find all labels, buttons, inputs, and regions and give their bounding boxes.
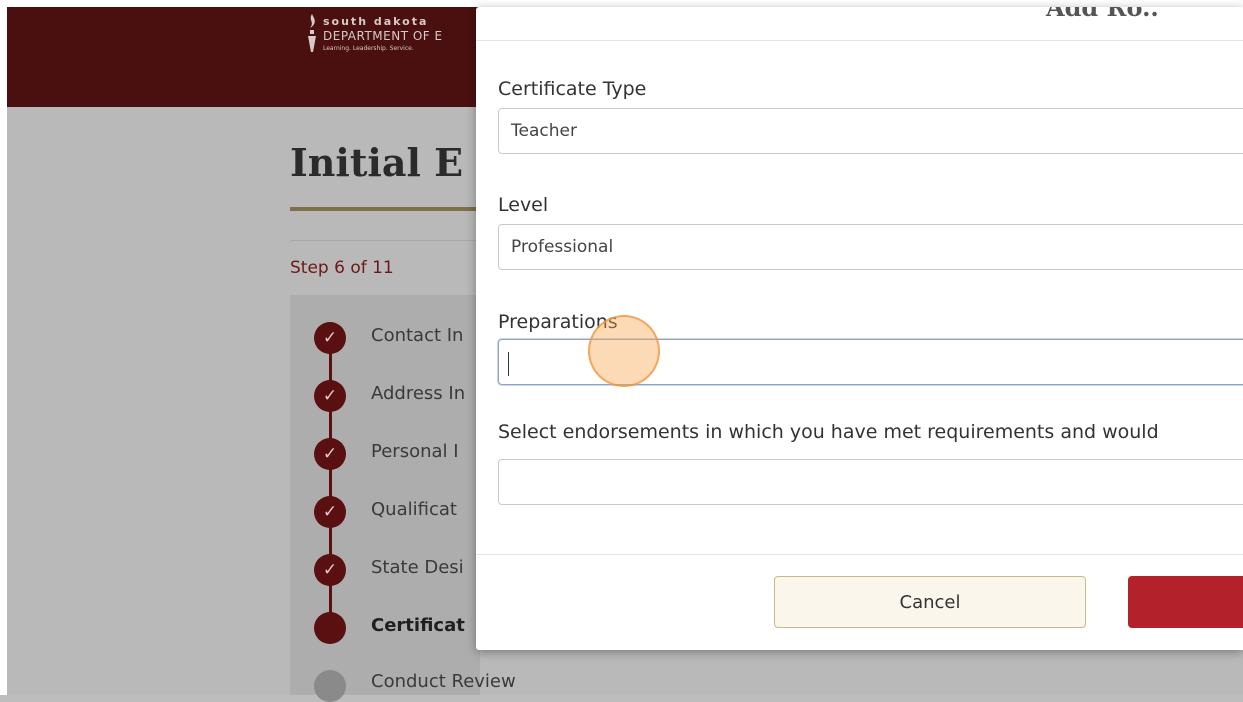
level-field[interactable]: Professional: [498, 224, 1243, 270]
step-3-label[interactable]: Personal I: [371, 441, 459, 462]
content-area-strip: [720, 650, 1243, 695]
text-caret: [508, 352, 509, 376]
logo-text-south-dakota: south dakota: [323, 15, 429, 28]
click-highlight-indicator: [588, 315, 660, 387]
certificate-type-field[interactable]: Teacher: [498, 108, 1243, 154]
modal-title: Add Ro..: [1046, 7, 1159, 22]
modal-header-divider: [476, 40, 1243, 41]
step-4-label[interactable]: Qualificat: [371, 499, 457, 520]
window-top-edge: [0, 0, 1243, 7]
cancel-button[interactable]: Cancel: [774, 576, 1086, 628]
step-4-check-icon: ✓: [314, 496, 346, 528]
step-7-pending-icon: [314, 670, 346, 702]
step-5-check-icon: ✓: [314, 554, 346, 586]
step-5-label[interactable]: State Desi: [371, 557, 464, 578]
step-6-current-icon: [314, 612, 346, 644]
save-button[interactable]: [1128, 576, 1243, 628]
title-underline: [290, 207, 480, 211]
flame-logo-icon: [308, 14, 316, 52]
level-value: Professional: [511, 237, 614, 257]
endorsements-input[interactable]: [498, 459, 1243, 505]
step-6-label[interactable]: Certificat: [371, 615, 465, 636]
page-title: Initial E: [290, 140, 464, 185]
step-1-check-icon: ✓: [314, 322, 346, 354]
step-2-label[interactable]: Address In: [371, 383, 465, 404]
endorsements-label: Select endorsements in which you have me…: [498, 421, 1159, 443]
step-7-label[interactable]: Conduct Review: [371, 671, 516, 692]
logo-text-department: DEPARTMENT OF E: [323, 29, 443, 43]
step-2-check-icon: ✓: [314, 380, 346, 412]
window-left-edge: [0, 0, 7, 695]
step-1-label[interactable]: Contact In: [371, 325, 463, 346]
logo-tagline: Learning. Leadership. Service.: [323, 45, 414, 52]
certificate-type-value: Teacher: [511, 121, 577, 141]
add-role-modal: Add Ro.. Certificate Type Teacher Level …: [476, 7, 1243, 650]
step-3-check-icon: ✓: [314, 438, 346, 470]
certificate-type-label: Certificate Type: [498, 78, 647, 100]
step-counter: Step 6 of 11: [290, 258, 394, 278]
level-label: Level: [498, 194, 549, 216]
modal-footer-divider: [476, 554, 1243, 555]
